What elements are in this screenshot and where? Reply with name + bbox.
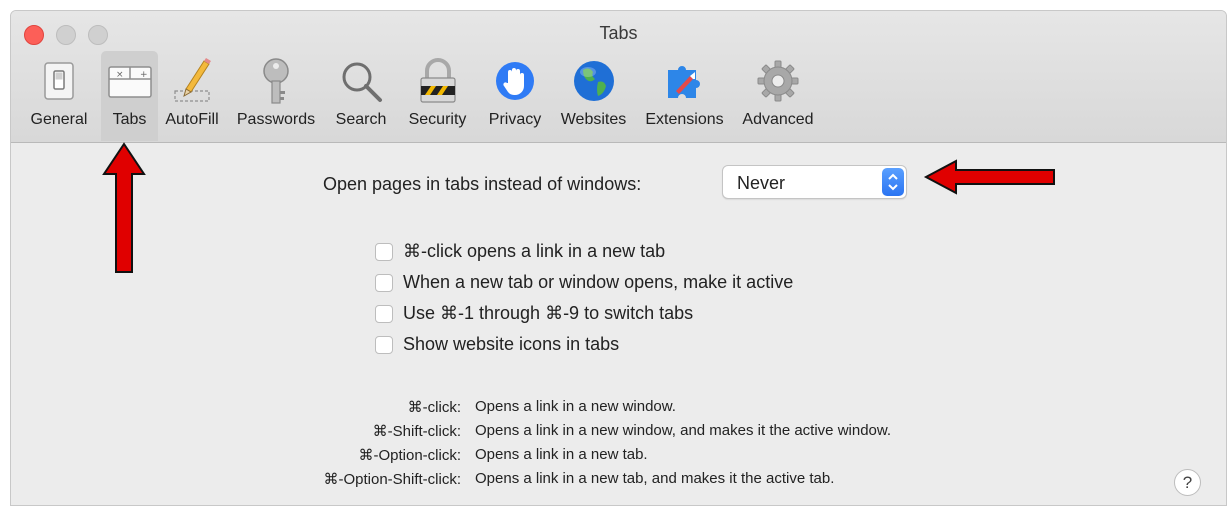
tab-autofill-label: AutoFill <box>165 111 219 128</box>
puzzle-icon <box>661 57 709 105</box>
tabs-preferences-pane: Open pages in tabs instead of windows: N… <box>11 142 1226 505</box>
annotation-up-arrow <box>102 142 146 273</box>
help-key: ⌘-Option-Shift-click: <box>323 471 461 488</box>
globe-icon <box>570 57 618 105</box>
help-desc: Opens a link in a new window. <box>475 398 676 415</box>
tab-tabs[interactable]: × + Tabs <box>101 51 158 141</box>
tab-websites[interactable]: Websites <box>551 51 636 141</box>
tab-passwords-label: Passwords <box>236 111 316 128</box>
tab-security-label: Security <box>408 111 467 128</box>
checkbox-label: Show website icons in tabs <box>403 334 620 354</box>
tab-extensions-label: Extensions <box>645 111 724 128</box>
tab-autofill[interactable]: AutoFill <box>158 51 226 141</box>
help-row: ⌘-Option-Shift-click: Opens a link in a … <box>11 470 1226 494</box>
open-pages-value: Never <box>737 173 786 193</box>
svg-text:+: + <box>140 70 148 80</box>
cmd-number-switch-checkbox[interactable] <box>375 304 393 323</box>
preferences-toolbar: General × + Tabs AutoFill Passwords Sear… <box>17 51 823 141</box>
help-button[interactable]: ? <box>1174 469 1201 496</box>
tab-advanced[interactable]: Advanced <box>733 51 823 141</box>
cmd-click-new-tab-checkbox[interactable] <box>375 242 393 261</box>
checkbox-row[interactable]: Show website icons in tabs <box>375 329 793 360</box>
tab-privacy-label: Privacy <box>488 111 542 128</box>
help-row: ⌘-Option-click: Opens a link in a new ta… <box>11 446 1226 470</box>
checkbox-row[interactable]: Use ⌘-1 through ⌘-9 to switch tabs <box>375 298 793 329</box>
make-active-checkbox[interactable] <box>375 273 393 292</box>
website-icons-checkbox[interactable] <box>375 335 393 354</box>
checkbox-row[interactable]: ⌘-click opens a link in a new tab <box>375 236 793 267</box>
annotation-left-arrow <box>923 159 1055 195</box>
chevron-updown-icon <box>882 168 904 196</box>
tab-advanced-label: Advanced <box>742 111 814 128</box>
gear-icon <box>754 57 802 105</box>
lock-icon <box>414 57 462 105</box>
help-desc: Opens a link in a new window, and makes … <box>475 422 892 439</box>
open-pages-label: Open pages in tabs instead of windows: <box>323 174 642 194</box>
help-desc: Opens a link in a new tab. <box>475 446 648 463</box>
key-icon <box>252 57 300 105</box>
tab-search-label: Search <box>335 111 387 128</box>
tab-extensions[interactable]: Extensions <box>636 51 733 141</box>
tab-privacy[interactable]: Privacy <box>479 51 551 141</box>
window-title: Tabs <box>599 23 638 43</box>
tab-options-checkboxes: ⌘-click opens a link in a new tab When a… <box>375 236 793 360</box>
help-row: ⌘-click: Opens a link in a new window. <box>11 398 1226 422</box>
help-key: ⌘-Shift-click: <box>372 423 461 440</box>
checkbox-label: Use ⌘-1 through ⌘-9 to switch tabs <box>403 303 694 323</box>
tab-general-label: General <box>30 111 88 128</box>
titlebar: Tabs General × + Tabs AutoFill Passwords… <box>11 11 1226 143</box>
help-key: ⌘-click: <box>407 399 461 416</box>
tab-security[interactable]: Security <box>396 51 479 141</box>
help-desc: Opens a link in a new tab, and makes it … <box>475 470 835 487</box>
pencil-icon <box>168 57 216 105</box>
tab-general[interactable]: General <box>17 51 101 141</box>
checkbox-label: When a new tab or window opens, make it … <box>403 272 794 292</box>
checkbox-row[interactable]: When a new tab or window opens, make it … <box>375 267 793 298</box>
hand-icon <box>491 57 539 105</box>
tab-search[interactable]: Search <box>326 51 396 141</box>
help-row: ⌘-Shift-click: Opens a link in a new win… <box>11 422 1226 446</box>
magnifier-icon <box>337 57 385 105</box>
safari-preferences-window: Tabs General × + Tabs AutoFill Passwords… <box>10 10 1227 506</box>
tabs-icon: × + <box>106 57 154 105</box>
tab-websites-label: Websites <box>560 111 627 128</box>
svg-text:×: × <box>116 70 124 80</box>
open-pages-select[interactable]: Never <box>722 165 907 199</box>
tab-tabs-label: Tabs <box>112 111 147 128</box>
checkbox-label: ⌘-click opens a link in a new tab <box>403 241 666 261</box>
tab-passwords[interactable]: Passwords <box>226 51 326 141</box>
switch-icon <box>35 57 83 105</box>
help-key: ⌘-Option-click: <box>358 447 461 464</box>
